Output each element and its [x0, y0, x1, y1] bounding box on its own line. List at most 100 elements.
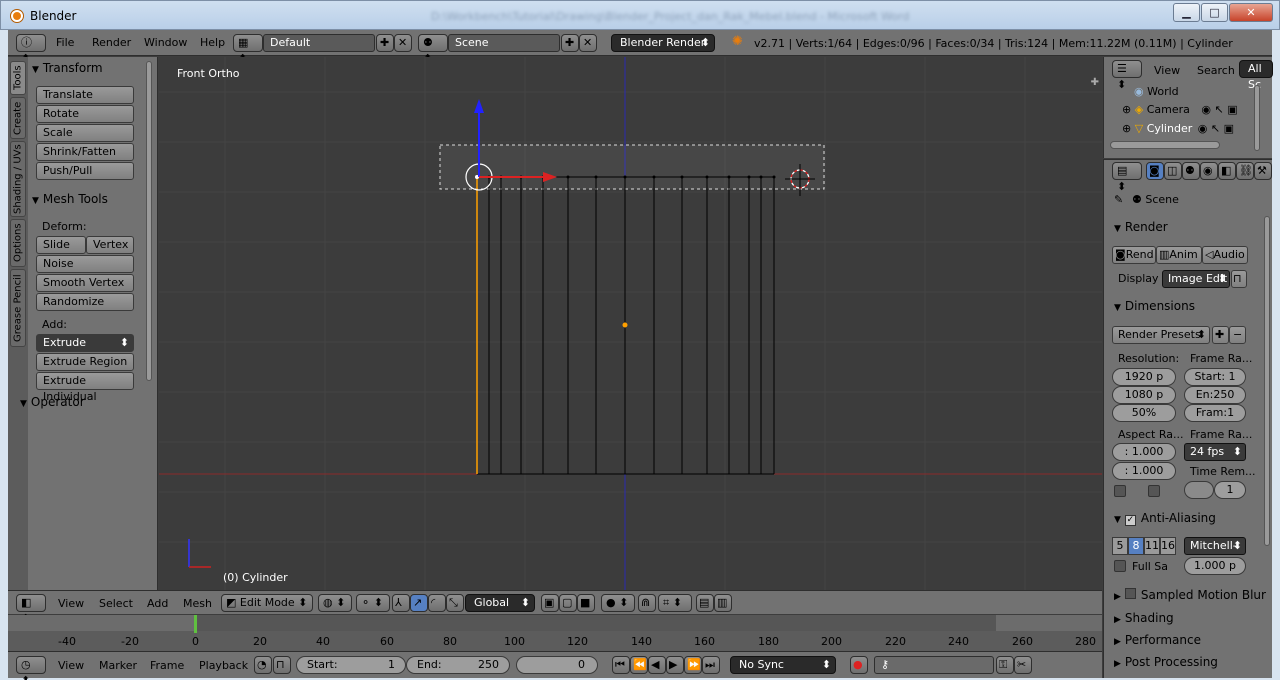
aa-samples-11[interactable]: 11	[1144, 537, 1160, 555]
add-preset-button[interactable]: ✚	[1212, 326, 1229, 344]
close-button[interactable]: ✕	[1229, 3, 1273, 22]
noise-button[interactable]: Noise	[36, 255, 134, 273]
rotate-manipulator-button[interactable]: ◜	[428, 594, 446, 612]
end-frame-field[interactable]: End: 250	[406, 656, 510, 674]
render-tab[interactable]: ◙	[1146, 162, 1164, 180]
preview-range-toggle[interactable]: ◔	[254, 656, 272, 674]
aspect-x-field[interactable]: : 1.000	[1112, 443, 1176, 461]
tab-grease-pencil[interactable]: Grease Pencil	[10, 269, 26, 347]
aa-samples-5[interactable]: 5	[1112, 537, 1128, 555]
fps-select[interactable]: 24 fps ⬍	[1184, 443, 1246, 461]
scale-button[interactable]: Scale	[36, 124, 134, 142]
menu-window[interactable]: Window	[144, 36, 187, 49]
post-processing-panel-header[interactable]: ▶ Post Processing	[1114, 655, 1218, 669]
resolution-y-field[interactable]: 1080 p	[1112, 386, 1176, 404]
operator-panel-header[interactable]: ▼ Operator	[20, 395, 85, 409]
border-checkbox[interactable]	[1114, 485, 1126, 497]
outliner-v-scrollbar[interactable]	[1254, 85, 1260, 151]
scene-browse-button[interactable]: ⚉ ⬍	[418, 34, 448, 65]
menu-playback[interactable]: Playback	[199, 659, 248, 672]
smooth-vertex-button[interactable]: Smooth Vertex	[36, 274, 134, 292]
menu-help[interactable]: Help	[200, 36, 225, 49]
lock-interface-button[interactable]: ⊓	[1231, 270, 1247, 288]
render-camera-icon[interactable]: ▣	[1224, 122, 1234, 135]
scene-field[interactable]: Scene	[448, 34, 560, 52]
jump-prev-keyframe-button[interactable]: ⏪	[630, 656, 648, 674]
editor-type-outliner-button[interactable]: ☰ ⬍	[1112, 60, 1142, 91]
play-reverse-button[interactable]: ◀	[648, 656, 666, 674]
mesh-tools-panel-header[interactable]: ▼ Mesh Tools	[32, 192, 108, 206]
select-arrow-icon[interactable]: ↖	[1214, 103, 1223, 116]
performance-panel-header[interactable]: ▶ Performance	[1114, 633, 1201, 647]
crop-checkbox[interactable]	[1148, 485, 1160, 497]
anti-aliasing-panel-header[interactable]: ▼ ✓ Anti-Aliasing	[1114, 511, 1216, 526]
delete-keyframe-button[interactable]: ✂	[1014, 656, 1032, 674]
resolution-x-field[interactable]: 1920 p	[1112, 368, 1176, 386]
minimize-button[interactable]: ▁	[1173, 3, 1200, 22]
render-image-button[interactable]: ◙Rend	[1112, 246, 1156, 264]
render-presets-select[interactable]: Render Presets ⬍	[1112, 326, 1210, 344]
insert-keyframe-button[interactable]: ⚿	[996, 656, 1014, 674]
outliner-menu-view[interactable]: View	[1154, 64, 1180, 77]
delete-scene-button[interactable]: ✕	[579, 34, 597, 52]
interaction-mode-select[interactable]: ◩ Edit Mode ⬍	[221, 594, 313, 612]
sampled-motion-blur-panel-header[interactable]: ▶ Sampled Motion Blur	[1114, 588, 1266, 602]
aa-filter-select[interactable]: Mitchell- ⬍	[1184, 537, 1246, 555]
editor-type-properties-button[interactable]: ▤ ⬍	[1112, 162, 1142, 193]
outliner-h-scrollbar[interactable]	[1110, 141, 1220, 149]
menu-frame[interactable]: Frame	[150, 659, 184, 672]
slide-edge-button[interactable]: Slide Ed	[36, 236, 86, 267]
opengl-render-image-button[interactable]: ▤	[696, 594, 714, 612]
shrink-fatten-button[interactable]: Shrink/Fatten	[36, 143, 134, 161]
visibility-eye-icon[interactable]: ◉	[1198, 122, 1208, 135]
menu-render[interactable]: Render	[92, 36, 131, 49]
full-sample-checkbox[interactable]	[1114, 560, 1126, 572]
tab-options[interactable]: Options	[10, 219, 26, 267]
keying-set-field[interactable]: ⚷	[874, 656, 994, 674]
opengl-render-animation-button[interactable]: ▥	[714, 594, 732, 612]
editor-type-3dview-button[interactable]: ◧ ⬍	[16, 594, 46, 625]
frame-step-field[interactable]: Fram:1	[1184, 404, 1246, 422]
menu-select[interactable]: Select	[99, 597, 133, 610]
menu-view[interactable]: View	[58, 597, 84, 610]
pin-icon[interactable]: ✎	[1114, 193, 1123, 206]
constraints-tab[interactable]: ⛓	[1236, 162, 1254, 180]
menu-marker[interactable]: Marker	[99, 659, 137, 672]
sync-mode-select[interactable]: No Sync ⬍	[730, 656, 836, 674]
add-screen-button[interactable]: ✚	[376, 34, 394, 52]
play-button[interactable]: ▶	[666, 656, 684, 674]
current-frame-field[interactable]: 0	[516, 656, 598, 674]
visibility-eye-icon[interactable]: ◉	[1201, 103, 1211, 116]
auto-keyframe-toggle[interactable]: ●	[850, 656, 868, 674]
extrude-menu-button[interactable]: Extrude ⬍	[36, 334, 134, 352]
extrude-region-button[interactable]: Extrude Region	[36, 353, 134, 371]
tool-shelf-scrollbar[interactable]	[146, 61, 152, 381]
current-frame-indicator[interactable]	[194, 615, 197, 633]
add-scene-button[interactable]: ✚	[561, 34, 579, 52]
time-remap-old-field[interactable]	[1184, 481, 1214, 499]
transform-panel-header[interactable]: ▼ Transform	[32, 61, 103, 75]
aa-samples-16[interactable]: 16	[1160, 537, 1176, 555]
randomize-button[interactable]: Randomize	[36, 293, 134, 311]
menu-mesh[interactable]: Mesh	[183, 597, 212, 610]
push-pull-button[interactable]: Push/Pull	[36, 162, 134, 180]
rotate-button[interactable]: Rotate	[36, 105, 134, 123]
translate-button[interactable]: Translate	[36, 86, 134, 104]
render-animation-button[interactable]: ▥Anim	[1156, 246, 1202, 264]
properties-scrollbar[interactable]	[1264, 216, 1270, 546]
anti-aliasing-checkbox[interactable]: ✓	[1124, 515, 1136, 526]
frame-start-field[interactable]: Start: 1	[1184, 368, 1246, 386]
timeline-editor[interactable]: -40 -20 0 20 40 60 80 100 120 140 160 18…	[8, 615, 1102, 651]
translate-manipulator-button[interactable]: ↗	[410, 594, 428, 612]
tab-create[interactable]: Create	[10, 97, 26, 139]
object-tab[interactable]: ◧	[1218, 162, 1236, 180]
screen-layout-browse-button[interactable]: ▦ ⬍	[233, 34, 263, 65]
outliner-menu-search[interactable]: Search	[1197, 64, 1235, 77]
display-mode-select[interactable]: Image Edit ⬍	[1162, 270, 1230, 288]
viewport-canvas[interactable]	[159, 57, 1102, 590]
outliner-row-camera[interactable]: ⊕ ◈ Camera ◉ ↖ ▣	[1122, 103, 1267, 122]
resolution-percentage-field[interactable]: 50%	[1112, 404, 1176, 422]
manipulator-z-arrow[interactable]	[474, 99, 484, 113]
outliner-row-cylinder[interactable]: ⊕ ▽ Cylinder ◉ ↖ ▣	[1122, 122, 1267, 141]
render-audio-button[interactable]: ◁Audio	[1202, 246, 1248, 264]
